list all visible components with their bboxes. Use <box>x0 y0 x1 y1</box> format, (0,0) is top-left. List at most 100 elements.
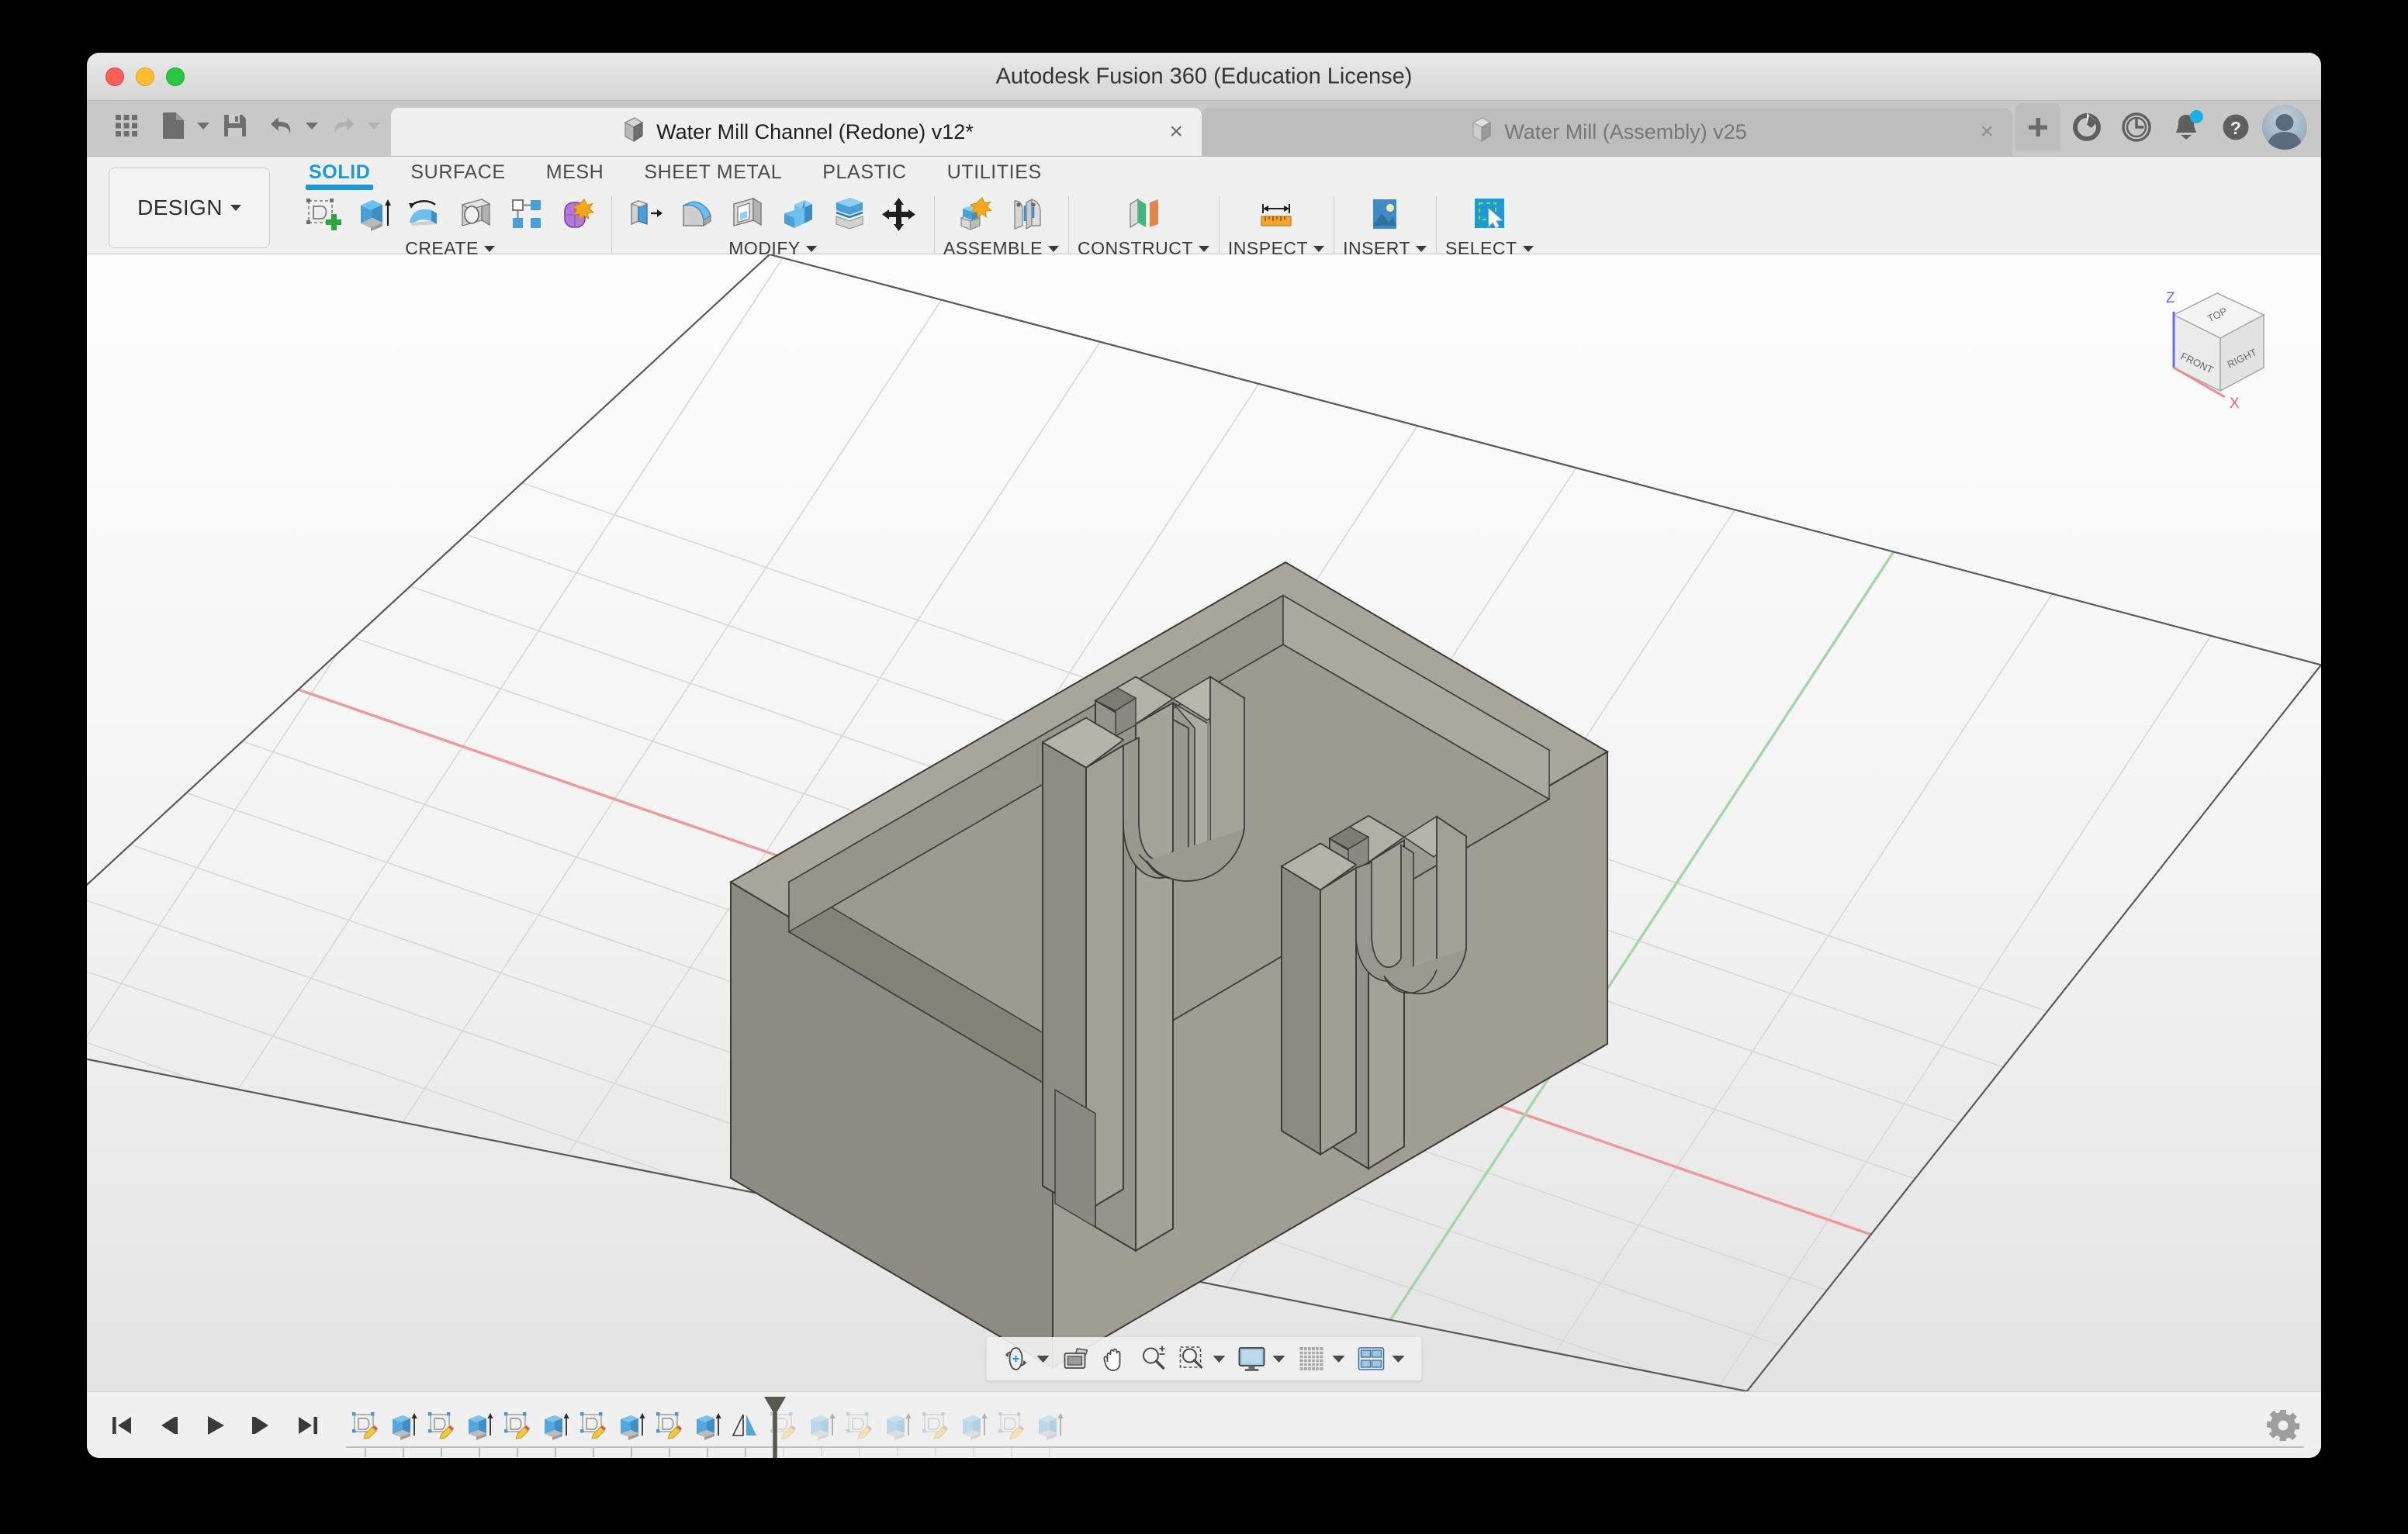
close-tab-icon[interactable]: × <box>1980 120 1994 143</box>
save-icon[interactable] <box>214 105 256 147</box>
workspace-switcher[interactable]: DESIGN <box>109 168 270 248</box>
new-file-caret-icon[interactable] <box>197 122 209 130</box>
ribbon-group-inspect: INSPECT <box>1218 190 1334 262</box>
help-icon[interactable]: ? <box>2213 104 2259 150</box>
timeline-feature-sketch[interactable] <box>840 1407 877 1457</box>
timeline-feature-sketch[interactable] <box>574 1407 611 1457</box>
document-tabbar: Water Mill Channel (Redone) v12* × Water… <box>87 101 2321 157</box>
zoom-icon[interactable] <box>1135 1340 1172 1377</box>
chevron-down-icon <box>1198 245 1209 252</box>
move-copy-icon[interactable] <box>877 190 925 238</box>
chevron-down-icon <box>230 205 241 211</box>
notification-bell-icon[interactable] <box>2163 104 2209 150</box>
timeline-feature-sketch[interactable] <box>916 1407 953 1457</box>
gear-icon[interactable] <box>2265 1408 2301 1443</box>
job-status-icon[interactable] <box>2113 104 2160 150</box>
extension-icon[interactable] <box>2064 104 2110 150</box>
chevron-down-icon <box>483 245 495 252</box>
timeline-feature-extrude[interactable] <box>878 1407 915 1457</box>
tab-sheet-metal[interactable]: SHEET METAL <box>624 161 802 190</box>
timeline-track[interactable] <box>346 1392 2304 1458</box>
tab-utilities[interactable]: UTILITIES <box>927 161 1062 190</box>
timeline-feature-sketch[interactable] <box>422 1407 459 1457</box>
tab-solid[interactable]: SOLID <box>289 161 390 190</box>
timeline-feature-mirror[interactable] <box>726 1407 763 1457</box>
orbit-caret-icon[interactable] <box>1036 1355 1050 1363</box>
redo-icon[interactable] <box>323 105 365 147</box>
tab-plastic[interactable]: PLASTIC <box>802 161 926 190</box>
press-pull-icon[interactable] <box>621 190 669 238</box>
3d-scene <box>87 254 2321 1391</box>
zoom-caret-icon[interactable] <box>1213 1355 1226 1363</box>
timeline-feature-sketch[interactable] <box>498 1407 535 1457</box>
pan-icon[interactable] <box>1096 1340 1133 1377</box>
step-forward-icon[interactable] <box>244 1408 279 1443</box>
new-tab-button[interactable] <box>2015 103 2060 151</box>
viewport-canvas[interactable]: TOP FRONT RIGHT Z X <box>87 254 2321 1391</box>
play-icon[interactable] <box>197 1408 233 1443</box>
close-tab-icon[interactable]: × <box>1169 120 1183 143</box>
grid-caret-icon[interactable] <box>1332 1355 1345 1363</box>
revolve-icon[interactable] <box>400 190 448 238</box>
tab-surface[interactable]: SURFACE <box>390 161 525 190</box>
orbit-icon[interactable] <box>998 1340 1035 1377</box>
tab-mesh[interactable]: MESH <box>526 161 624 190</box>
timeline-feature-sketch[interactable] <box>992 1407 1029 1457</box>
measure-icon[interactable] <box>1252 190 1300 238</box>
undo-caret-icon[interactable] <box>306 122 318 130</box>
account-avatar[interactable] <box>2262 105 2307 150</box>
offset-plane-icon[interactable] <box>1119 190 1168 238</box>
document-tab-label: Water Mill Channel (Redone) v12* <box>656 119 974 143</box>
timeline-marker[interactable] <box>761 1395 789 1458</box>
ribbon-group-construct: CONSTRUCT <box>1068 190 1219 262</box>
notification-badge <box>2190 110 2203 123</box>
timeline-bar <box>87 1391 2321 1458</box>
timeline-feature-extrude[interactable] <box>954 1407 991 1457</box>
redo-caret-icon[interactable] <box>368 122 380 130</box>
quick-access-toolbar <box>98 100 391 156</box>
rectangular-pattern-icon[interactable] <box>503 190 551 238</box>
extrude-icon[interactable] <box>349 190 397 238</box>
insert-image-icon[interactable] <box>1361 190 1409 238</box>
timeline-feature-extrude[interactable] <box>688 1407 725 1457</box>
document-tab-inactive[interactable]: Water Mill (Assembly) v25 × <box>1202 108 2012 156</box>
step-back-icon[interactable] <box>150 1408 186 1443</box>
viewcube[interactable]: TOP FRONT RIGHT Z X <box>2126 275 2289 422</box>
chevron-down-icon <box>1416 245 1427 252</box>
document-tab-active[interactable]: Water Mill Channel (Redone) v12* × <box>391 108 1202 156</box>
zoom-window-icon[interactable] <box>1174 1340 1211 1377</box>
solid-body-icon <box>1470 116 1493 149</box>
timeline-feature-sketch[interactable] <box>650 1407 687 1457</box>
split-body-icon[interactable] <box>825 190 874 238</box>
chevron-down-icon <box>1522 245 1534 252</box>
form-icon[interactable] <box>554 190 602 238</box>
timeline-feature-extrude[interactable] <box>384 1407 421 1457</box>
hole-icon[interactable] <box>452 190 500 238</box>
timeline-feature-extrude[interactable] <box>1030 1407 1067 1457</box>
go-to-beginning-icon[interactable] <box>104 1408 140 1443</box>
create-sketch-icon[interactable] <box>298 190 346 238</box>
timeline-feature-extrude[interactable] <box>536 1407 573 1457</box>
display-caret-icon[interactable] <box>1272 1355 1285 1363</box>
fillet-icon[interactable] <box>672 190 720 238</box>
display-settings-icon[interactable] <box>1233 1340 1271 1377</box>
look-at-icon[interactable] <box>1057 1340 1095 1377</box>
combine-icon[interactable] <box>774 190 822 238</box>
select-icon[interactable] <box>1465 190 1514 238</box>
ribbon-group-select: SELECT <box>1436 190 1542 262</box>
new-component-icon[interactable] <box>952 190 1000 238</box>
undo-icon[interactable] <box>261 105 303 147</box>
timeline-feature-extrude[interactable] <box>802 1407 839 1457</box>
timeline-feature-sketch[interactable] <box>346 1407 383 1457</box>
timeline-feature-extrude[interactable] <box>612 1407 649 1457</box>
viewports-icon[interactable] <box>1353 1340 1390 1377</box>
viewports-caret-icon[interactable] <box>1392 1355 1405 1363</box>
timeline-feature-extrude[interactable] <box>460 1407 497 1457</box>
go-to-end-icon[interactable] <box>290 1408 326 1443</box>
new-file-icon[interactable] <box>152 105 194 147</box>
joint-icon[interactable] <box>1003 190 1051 238</box>
grid-snaps-icon[interactable] <box>1293 1340 1330 1377</box>
shell-icon[interactable] <box>723 190 771 238</box>
workspace-label: DESIGN <box>137 195 223 219</box>
app-grid-icon[interactable] <box>106 105 147 147</box>
